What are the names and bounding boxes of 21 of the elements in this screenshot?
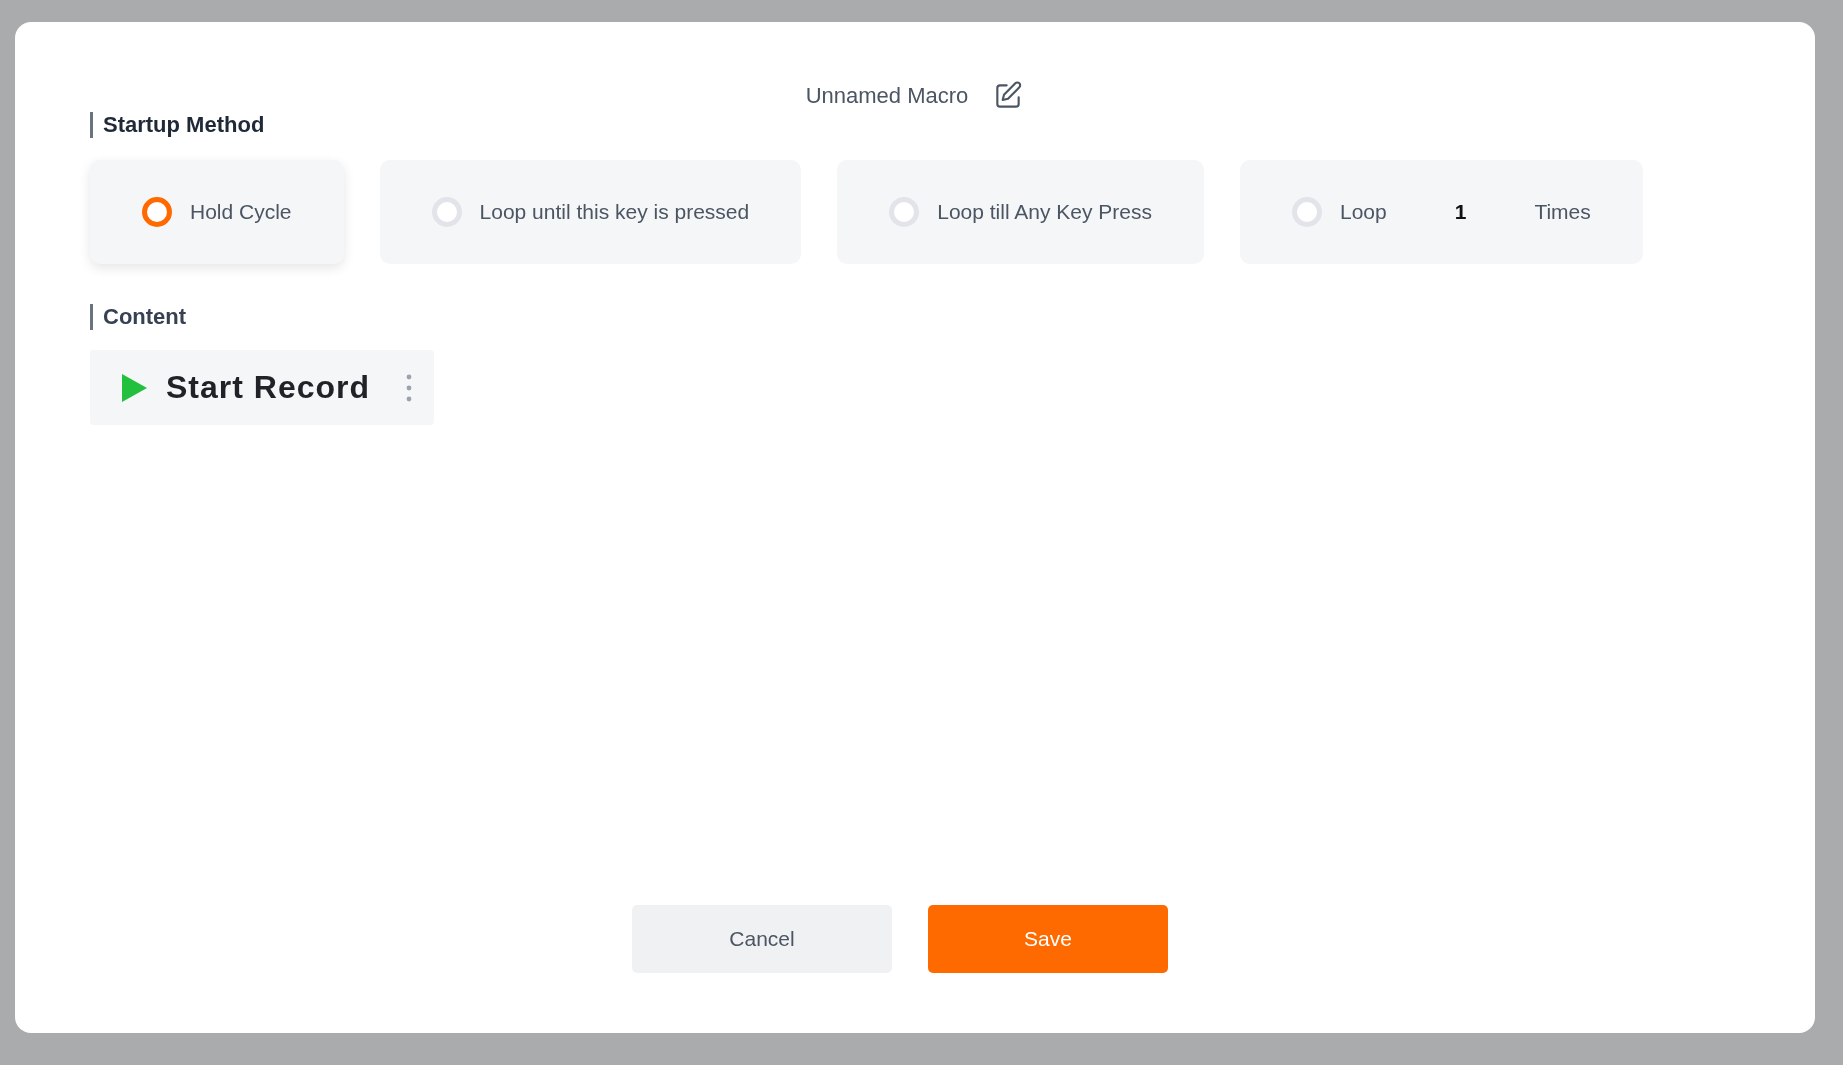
cancel-button[interactable]: Cancel <box>632 905 892 973</box>
option-label: Loop until this key is pressed <box>479 200 750 224</box>
option-label: Loop <box>1340 200 1387 224</box>
option-label: Loop till Any Key Press <box>937 200 1152 224</box>
section-heading: Startup Method <box>90 112 1755 138</box>
startup-option[interactable]: Loop 1 Times <box>1240 160 1643 264</box>
startup-option[interactable]: Loop till Any Key Press <box>837 160 1204 264</box>
section-heading: Content <box>90 304 1755 330</box>
radio-icon <box>142 197 172 227</box>
more-icon[interactable] <box>406 373 413 402</box>
startup-option[interactable]: Loop until this key is pressed <box>379 160 802 264</box>
radio-icon <box>1292 197 1322 227</box>
option-suffix: Times <box>1534 200 1591 224</box>
dialog-title: Unnamed Macro <box>805 83 969 109</box>
option-label: Hold Cycle <box>190 200 292 224</box>
radio-icon <box>431 197 462 227</box>
play-icon[interactable] <box>120 372 148 403</box>
start-record-label[interactable]: Start Record <box>166 369 371 406</box>
loop-count-field[interactable]: 1 <box>1454 200 1467 224</box>
startup-option[interactable]: Hold Cycle <box>90 160 344 264</box>
radio-icon <box>889 197 920 227</box>
